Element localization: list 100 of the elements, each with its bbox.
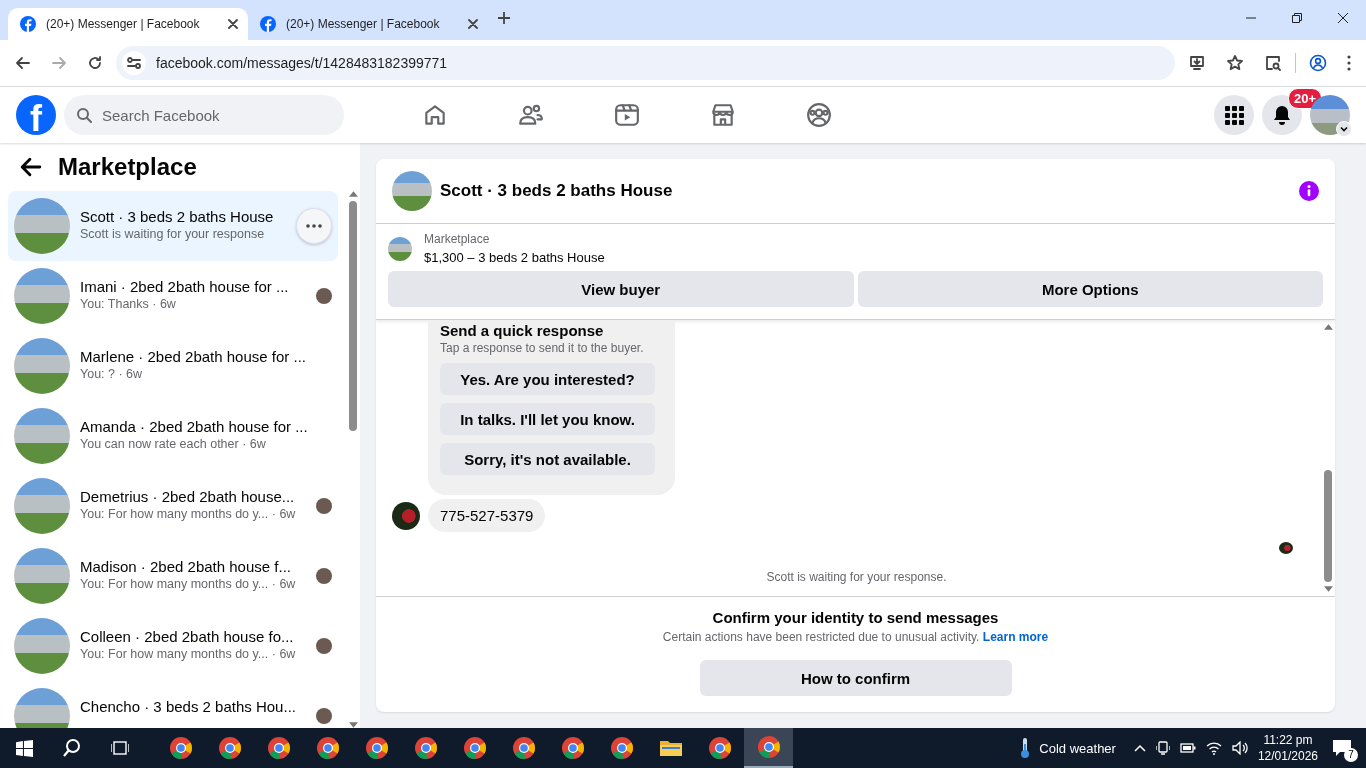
house-photo <box>14 338 70 394</box>
search-field[interactable]: Search Facebook <box>64 95 344 135</box>
close-icon[interactable] <box>468 19 478 29</box>
logo: f <box>16 95 56 135</box>
search-icon[interactable] <box>62 738 82 758</box>
ellipsis-icon <box>306 224 322 228</box>
browser-icon <box>462 736 487 760</box>
how-to-confirm-button[interactable]: How to confirm <box>699 660 1012 696</box>
browser-icon <box>609 736 634 760</box>
message-bubble: 775-527-5379 <box>428 499 546 532</box>
conversation-item[interactable]: Demetrius · 2bed 2bath house... You: For how many months do y... · 6w <box>8 471 338 541</box>
back-icon[interactable] <box>15 55 31 71</box>
house-photo <box>388 236 412 261</box>
browser-icon <box>511 736 536 760</box>
info-icon[interactable] <box>1299 181 1319 201</box>
clock-time: 11:22 pm <box>1263 732 1313 748</box>
forward-icon <box>51 55 67 71</box>
address-bar[interactable]: facebook.com/messages/t/1428483182399771 <box>116 46 1175 80</box>
new-tab-icon[interactable] <box>498 12 510 24</box>
read-receipt-avatar <box>1279 542 1293 554</box>
friends-icon[interactable] <box>518 102 544 128</box>
learn-more-link[interactable]: Learn more <box>982 630 1049 644</box>
site-settings-icon[interactable] <box>126 55 142 71</box>
notification-icon[interactable] <box>1332 739 1352 757</box>
quick-response-button[interactable]: Sorry, it's not available. <box>440 443 655 475</box>
quick-response-button[interactable]: In talks. I'll let you know. <box>440 403 655 435</box>
scroll-up-icon[interactable] <box>1323 324 1333 330</box>
house-photo <box>14 548 70 604</box>
browser-icon <box>560 736 585 760</box>
home-icon[interactable] <box>422 102 448 128</box>
conversation-title: Demetrius · 2bed 2bath house... <box>80 488 296 505</box>
bell-icon <box>1272 105 1292 125</box>
thermometer-icon[interactable] <box>1019 737 1032 759</box>
task-view-icon[interactable] <box>111 740 129 756</box>
conversation-preview: You: For how many months do y... · 6w <box>80 577 297 591</box>
conversation-item[interactable]: Marlene · 2bed 2bath house for ... You: ? · 6w <box>8 331 338 401</box>
scroll-up-icon[interactable] <box>348 191 358 197</box>
video-icon[interactable] <box>614 102 640 128</box>
conversation-title: Madison · 2bed 2bath house f... <box>80 558 292 575</box>
scroll-down-icon[interactable] <box>1323 586 1333 592</box>
house-photo <box>14 408 70 464</box>
groups-icon[interactable] <box>806 102 832 128</box>
clock[interactable]: 11:22 pm 12/01/2026 <box>1257 732 1318 764</box>
restriction-text: Certain actions have been restricted due to unusual activity. Learn more <box>662 630 1049 644</box>
battery-icon[interactable] <box>1179 742 1196 754</box>
conversation-preview: You can now rate each other · 6w <box>80 437 267 451</box>
favicon-icon <box>260 16 276 32</box>
device-icon[interactable] <box>1155 741 1170 755</box>
listing-action-button[interactable]: View buyer <box>388 271 854 307</box>
conversation-title: Scott · 3 beds 2 baths House <box>80 208 275 225</box>
conversation-item[interactable]: Madison · 2bed 2bath house f... You: For how many months do y... · 6w <box>8 541 338 611</box>
conversation-item[interactable]: Scott · 3 beds 2 baths House Scott is waiting for your response <box>8 191 338 261</box>
conversation-title: Imani · 2bed 2bath house for ... <box>80 278 290 295</box>
conversation-preview: You: For how many months do y... · 6w <box>80 647 297 661</box>
speaker-icon[interactable] <box>1231 741 1248 755</box>
conversation-item[interactable]: Amanda · 2bed 2bath house for ... You can now rate each other · 6w <box>8 401 338 471</box>
reload-icon[interactable] <box>87 55 103 71</box>
more-icon[interactable] <box>1347 55 1351 71</box>
browser-icon <box>364 736 389 760</box>
close-icon[interactable] <box>228 19 238 29</box>
house-photo <box>14 478 70 534</box>
house-photo <box>14 198 70 254</box>
search-input[interactable]: Search Facebook <box>100 105 332 125</box>
star-icon[interactable] <box>1226 54 1244 72</box>
grid-icon <box>1224 105 1244 125</box>
listing-action-button[interactable]: More Options <box>857 271 1323 307</box>
profile-icon[interactable] <box>1309 54 1327 72</box>
conversation-title: Colleen · 2bed 2bath house fo... <box>80 628 295 645</box>
browser-icon <box>168 736 193 760</box>
sender-avatar <box>392 501 420 530</box>
browser-tab[interactable]: (20+) Messenger | Facebook <box>8 8 248 40</box>
more-options-button[interactable] <box>296 208 332 244</box>
browser-tab[interactable]: (20+) Messenger | Facebook <box>248 8 488 40</box>
browser-icon <box>315 736 340 760</box>
menu-button[interactable] <box>1214 95 1254 135</box>
taskbar-app[interactable] <box>744 728 793 768</box>
start-icon[interactable] <box>15 739 33 757</box>
house-photo <box>14 688 70 728</box>
chat-title: Scott · 3 beds 2 baths House <box>440 181 674 201</box>
caret-icon <box>1339 124 1349 134</box>
conversation-item[interactable]: Imani · 2bed 2bath house for ... You: Thanks · 6w <box>8 261 338 331</box>
house-photo <box>14 618 70 674</box>
listing-label: Marketplace <box>424 232 491 246</box>
chevron-up-icon[interactable] <box>1133 744 1146 752</box>
conversation-preview: You: ? · 6w <box>80 367 144 381</box>
weather-label: Cold weather <box>1039 740 1116 756</box>
conversation-title: Amanda · 2bed 2bath house for ... <box>80 418 309 435</box>
listing-description: $1,300 – 3 beds 2 baths House <box>424 250 605 265</box>
clock-date: 12/01/2026 <box>1257 748 1318 764</box>
quick-response-hint: Tap a response to send it to the buyer. <box>440 341 645 355</box>
wifi-icon[interactable] <box>1205 741 1222 755</box>
browser-icon <box>217 736 242 760</box>
quick-response-button[interactable]: Yes. Are you interested? <box>440 363 655 395</box>
conversation-title: Chencho · 3 beds 2 baths Hou... <box>80 698 297 715</box>
tab-search-icon[interactable] <box>1264 54 1282 72</box>
marketplace-icon[interactable] <box>710 102 736 128</box>
conversation-preview: Scott is waiting for your response <box>80 227 266 241</box>
install-icon[interactable] <box>1188 54 1206 72</box>
back-arrow-icon[interactable] <box>20 156 42 178</box>
conversation-item[interactable]: Colleen · 2bed 2bath house fo... You: For how many months do y... · 6w <box>8 611 338 681</box>
